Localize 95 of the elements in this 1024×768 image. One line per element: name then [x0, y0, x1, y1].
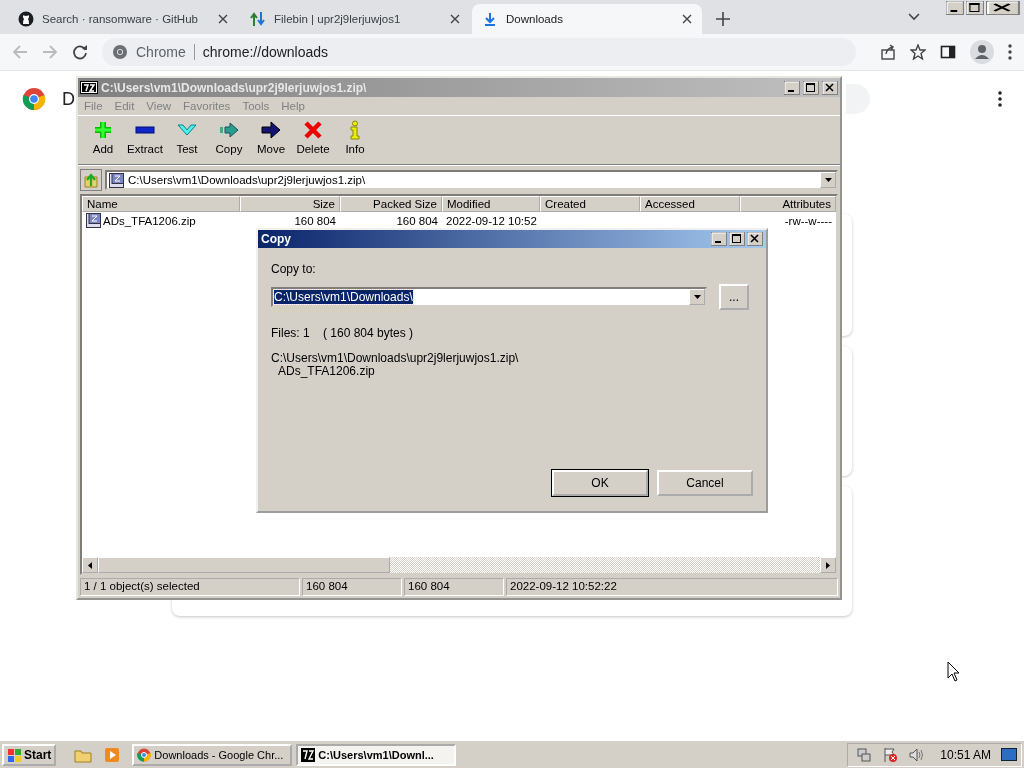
chrome-logo-icon	[112, 44, 128, 60]
table-cell-text: -rw--w----	[783, 213, 833, 229]
reload-icon[interactable]	[72, 44, 88, 60]
toolbar-button[interactable]: Delete	[292, 120, 334, 160]
table-cell-text: 2022-09-12 10:52	[445, 213, 538, 229]
page-heading: D	[62, 88, 75, 110]
desktop-icon[interactable]	[1001, 747, 1017, 762]
table-cell-text: 160 804	[395, 213, 439, 229]
column-header[interactable]: Accessed	[640, 196, 740, 212]
file-count-text: Files: 1 ( 160 804 bytes )	[271, 326, 415, 340]
close-icon[interactable]	[450, 14, 460, 24]
7z-logo-icon	[301, 747, 316, 762]
folder-up-arrow-icon	[83, 172, 99, 188]
chrome-logo-icon	[137, 747, 152, 762]
speaker-icon[interactable]	[908, 746, 925, 763]
destination-combo-box[interactable]: C:\Users\vm1\Downloads\	[271, 287, 707, 307]
close-icon[interactable]	[218, 14, 228, 24]
chrome-logo-icon	[22, 87, 46, 111]
arrow-right-icon	[219, 120, 239, 140]
triangle-left-icon	[88, 562, 92, 569]
dialog-title: Copy	[261, 232, 292, 246]
address-bar[interactable]: Chrome chrome://downloads	[102, 38, 856, 66]
network-icon[interactable]	[856, 746, 873, 763]
download-icon	[482, 11, 498, 27]
dropdown-button[interactable]	[820, 172, 836, 188]
toolbar-button[interactable]: Copy	[208, 120, 250, 160]
toolbar-button[interactable]: Test	[166, 120, 208, 160]
arrow-right-icon	[261, 120, 281, 140]
up-down-arrows-icon	[250, 11, 266, 27]
windows-flag-icon	[7, 746, 23, 763]
archive-icon	[109, 172, 124, 188]
toolbar-button[interactable]: Move	[250, 120, 292, 160]
triangle-down-icon	[693, 295, 701, 299]
window-title: C:\Users\vm1\Downloads\upr2j9lerjuwjos1.zip\	[101, 80, 368, 95]
start-button[interactable]: Start	[2, 743, 57, 766]
plus-icon	[93, 120, 113, 140]
star-icon[interactable]	[910, 44, 926, 60]
url-text: chrome://downloads	[202, 44, 329, 60]
dropdown-button[interactable]	[689, 289, 705, 305]
clock-text: 10:51 AM	[940, 747, 991, 762]
side-panel-icon[interactable]	[940, 44, 956, 60]
toolbar-button[interactable]: Extract	[124, 120, 166, 160]
dialog-button[interactable]: Cancel	[657, 470, 753, 496]
close-button[interactable]	[822, 80, 838, 95]
dialog-button[interactable]: OK	[552, 470, 648, 496]
field-label: Copy to:	[271, 262, 317, 276]
minimize-button[interactable]	[946, 1, 964, 15]
7z-logo-icon	[80, 81, 98, 94]
browser-tab[interactable]: Filebin | upr2j9lerjuwjos1	[240, 4, 470, 34]
column-header[interactable]: Attributes	[740, 196, 836, 212]
column-header[interactable]: Packed Size	[340, 196, 442, 212]
minimize-button[interactable]	[711, 232, 727, 246]
browser-tab[interactable]: Search · ransomware · GitHub	[8, 4, 238, 34]
new-tab-icon[interactable]	[716, 12, 730, 26]
toolbar-button[interactable]: Add	[82, 120, 124, 160]
toolbar-button[interactable]: Info	[334, 120, 376, 160]
site-label: Chrome	[136, 44, 186, 60]
browse-button[interactable]: ...	[719, 284, 749, 310]
avatar-icon[interactable]	[970, 40, 994, 64]
taskbar-button[interactable]: Downloads - Google Chr...	[132, 743, 293, 766]
triangle-down-icon	[824, 178, 832, 182]
source-path-text: C:\Users\vm1\Downloads\upr2j9lerjuwjos1.zip\	[271, 352, 520, 365]
file-name-cell: ADs_TFA1206.zip	[82, 212, 240, 229]
close-button[interactable]	[986, 1, 1020, 15]
mouse-cursor-icon	[947, 661, 961, 683]
maximize-button[interactable]	[966, 1, 984, 15]
close-button[interactable]	[747, 232, 763, 246]
share-icon[interactable]	[880, 44, 896, 60]
path-combo-box[interactable]: C:\Users\vm1\Downloads\upr2j9lerjuwjos1.zip\	[105, 170, 838, 190]
minimize-button[interactable]	[784, 80, 800, 95]
status-text: 2022-09-12 10:52:22	[506, 578, 838, 596]
flag-warning-icon[interactable]	[882, 746, 899, 763]
round-logo-icon	[18, 11, 34, 27]
menu-dots-icon[interactable]	[1008, 44, 1012, 60]
column-header[interactable]: Created	[540, 196, 640, 212]
status-text: 1 / 1 object(s) selected	[80, 578, 300, 596]
maximize-button[interactable]	[729, 232, 745, 246]
archive-icon	[86, 213, 101, 228]
horizontal-scrollbar[interactable]	[82, 557, 836, 573]
table-cell-text: 160 804	[293, 213, 337, 229]
triangle-right-icon	[826, 562, 830, 569]
up-folder-button[interactable]	[80, 169, 102, 191]
x-mark-icon	[303, 120, 323, 140]
chevron-down-icon[interactable]	[908, 13, 920, 21]
source-path-text: ADs_TFA1206.zip	[278, 365, 375, 378]
column-header[interactable]: Modified	[442, 196, 540, 212]
status-text: 160 804	[302, 578, 402, 596]
maximize-button[interactable]	[803, 80, 819, 95]
column-header[interactable]: Size	[240, 196, 340, 212]
column-header[interactable]: Name	[82, 196, 240, 212]
taskbar-button[interactable]: C:\Users\vm1\Downl...	[296, 743, 457, 766]
status-text: 160 804	[404, 578, 504, 596]
close-icon[interactable]	[682, 14, 692, 24]
browser-tab[interactable]: Downloads	[472, 4, 702, 34]
menu-dots-icon[interactable]	[998, 91, 1002, 107]
